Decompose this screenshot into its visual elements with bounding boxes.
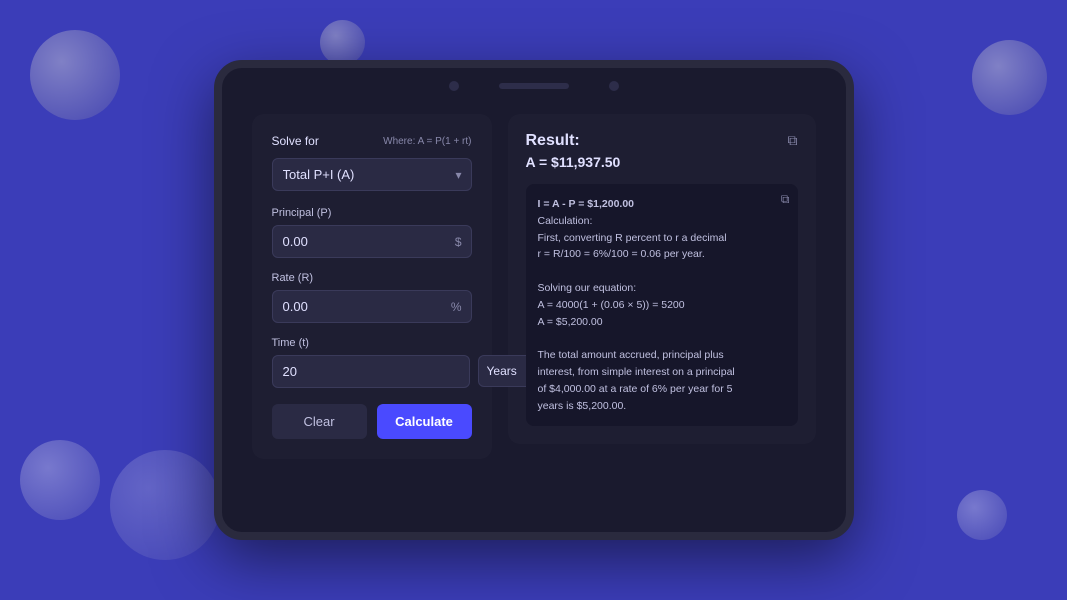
detail-line-11: interest, from simple interest on a prin… — [538, 366, 735, 378]
dollar-suffix: $ — [455, 235, 462, 249]
detail-line-6: Solving our equation: — [538, 282, 637, 294]
tablet-top-bar — [222, 68, 846, 104]
clear-button[interactable]: Clear — [272, 404, 367, 439]
rate-input-wrapper: % — [272, 290, 472, 323]
time-label: Time (t) — [272, 337, 472, 349]
bg-blob-3 — [20, 440, 100, 520]
principal-label: Principal (P) — [272, 207, 472, 219]
detail-line-12: of $4,000.00 at a rate of 6% per year fo… — [538, 383, 733, 395]
bg-blob-5 — [972, 40, 1047, 115]
detail-line-8: A = $5,200.00 — [538, 316, 603, 328]
camera-dot — [449, 81, 459, 91]
bg-blob-4 — [110, 450, 220, 560]
detail-line-7: A = 4000(1 + (0.06 × 5)) = 5200 — [538, 299, 685, 311]
percent-suffix: % — [451, 300, 462, 314]
tablet-frame: Solve for Where: A = P(1 + rt) Total P+I… — [214, 60, 854, 540]
principal-input[interactable] — [272, 225, 472, 258]
solve-for-select[interactable]: Total P+I (A) — [272, 158, 472, 191]
bg-blob-1 — [30, 30, 120, 120]
detail-line-1: I = A - P = $1,200.00 — [538, 198, 635, 210]
camera-dot-2 — [609, 81, 619, 91]
time-field-group: Time (t) Years ▾ — [272, 337, 472, 388]
rate-input[interactable] — [272, 290, 472, 323]
detail-line-2: Calculation: — [538, 215, 593, 227]
result-detail-box: ⧉ I = A - P = $1,200.00 Calculation: Fir… — [526, 184, 798, 426]
result-header: Result: ⧉ — [526, 132, 798, 150]
calculator-card: Solve for Where: A = P(1 + rt) Total P+I… — [252, 114, 492, 459]
tablet-content: Solve for Where: A = P(1 + rt) Total P+I… — [222, 104, 846, 532]
detail-line-3: First, converting R percent to r a decim… — [538, 232, 727, 244]
copy-icon[interactable]: ⧉ — [788, 132, 798, 149]
time-input[interactable] — [272, 355, 470, 388]
detail-line-4: r = R/100 = 6%/100 = 0.06 per year. — [538, 248, 705, 260]
solve-for-select-wrapper[interactable]: Total P+I (A) ▾ — [272, 158, 472, 191]
result-card: Result: ⧉ A = $11,937.50 ⧉ I = A - P = $… — [508, 114, 816, 444]
result-title: Result: — [526, 132, 580, 150]
calculate-button[interactable]: Calculate — [377, 404, 472, 439]
detail-line-13: years is $5,200.00. — [538, 400, 627, 412]
time-input-wrapper: Years ▾ — [272, 355, 472, 388]
bg-blob-6 — [957, 490, 1007, 540]
speaker-bar — [499, 83, 569, 89]
bg-blob-2 — [320, 20, 365, 65]
rate-label: Rate (R) — [272, 272, 472, 284]
rate-field-group: Rate (R) % — [272, 272, 472, 323]
solve-for-header: Solve for Where: A = P(1 + rt) — [272, 134, 472, 148]
detail-copy-icon[interactable]: ⧉ — [781, 192, 790, 207]
solve-for-label: Solve for — [272, 134, 319, 148]
principal-field-group: Principal (P) $ — [272, 207, 472, 258]
result-value: A = $11,937.50 — [526, 154, 798, 170]
formula-text: Where: A = P(1 + rt) — [383, 136, 471, 147]
result-detail-text: I = A - P = $1,200.00 Calculation: First… — [538, 196, 786, 414]
buttons-row: Clear Calculate — [272, 404, 472, 439]
principal-input-wrapper: $ — [272, 225, 472, 258]
detail-line-10: The total amount accrued, principal plus — [538, 349, 724, 361]
